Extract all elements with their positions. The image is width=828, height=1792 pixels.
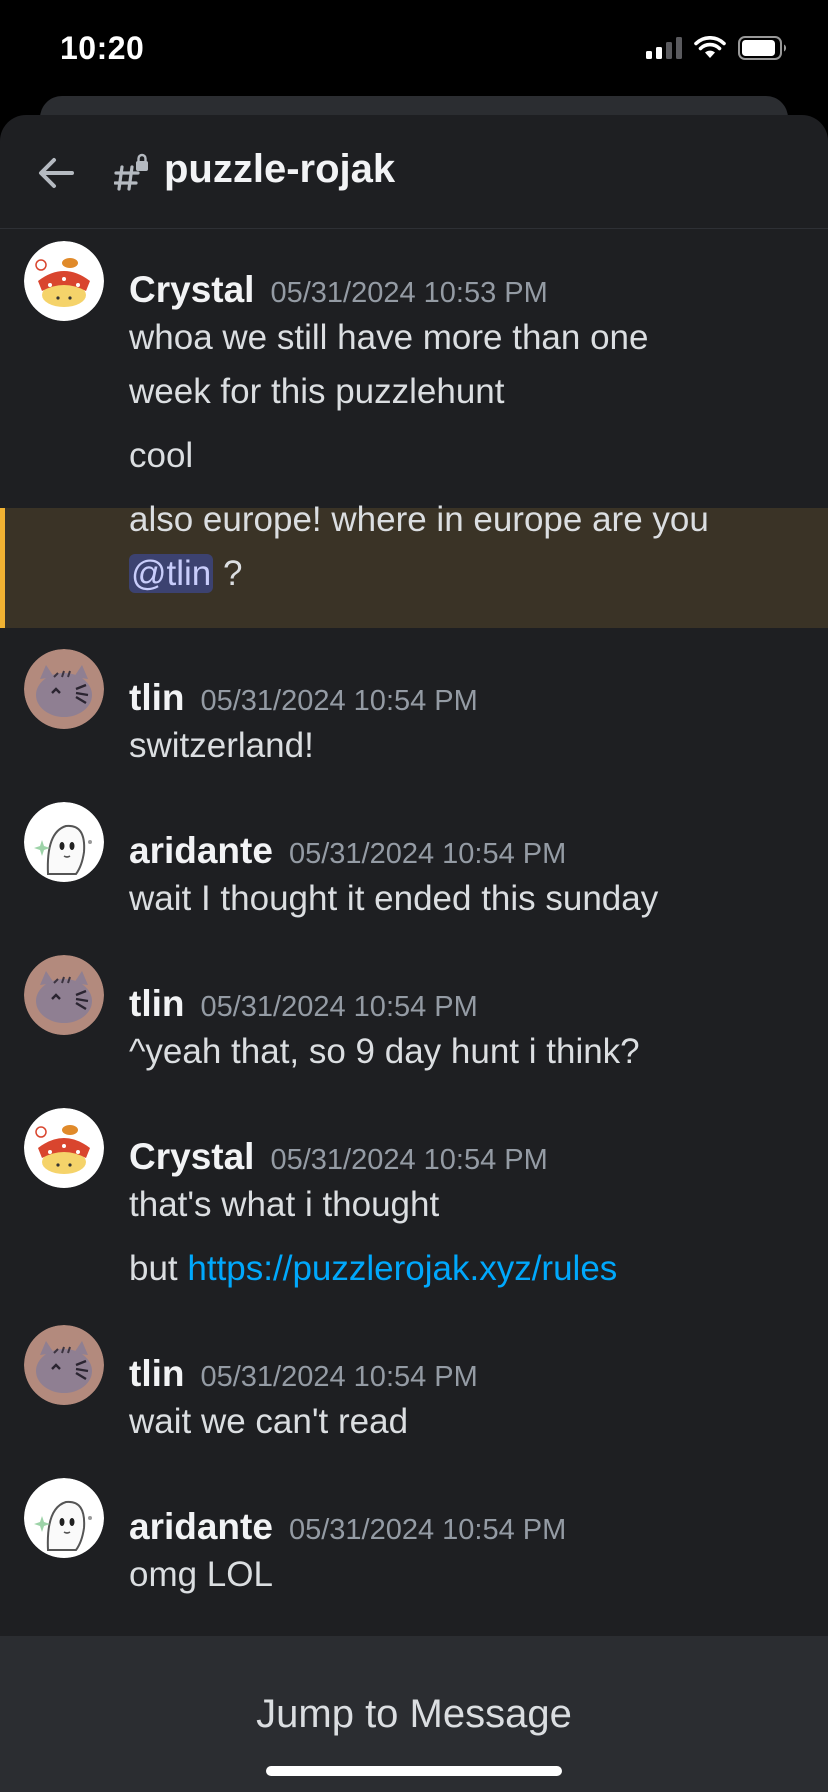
message-author[interactable]: tlin — [129, 1353, 184, 1395]
message-timestamp: 05/31/2024 10:54 PM — [200, 685, 478, 717]
message-timestamp: 05/31/2024 10:53 PM — [270, 277, 548, 309]
aridante-avatar — [24, 1478, 104, 1558]
message-author[interactable]: tlin — [129, 677, 184, 719]
message-author[interactable]: Crystal — [129, 269, 254, 311]
aridante-avatar — [24, 802, 104, 882]
message-timestamp: 05/31/2024 10:54 PM — [270, 1144, 548, 1176]
user-mention[interactable]: @tlin — [129, 554, 214, 593]
message-author[interactable]: aridante — [129, 1506, 273, 1548]
avatar[interactable] — [24, 1108, 104, 1188]
message-text: wait I thought it ended this sunday — [129, 879, 659, 918]
avatar[interactable] — [24, 649, 104, 729]
back-arrow-icon — [39, 158, 74, 188]
message-text: also europe! where in europe are you — [129, 500, 709, 539]
message-text: that's what i thought — [129, 1185, 440, 1224]
channel-header: puzzle-rojak — [0, 115, 828, 229]
status-icons — [646, 36, 788, 60]
message-timestamp: 05/31/2024 10:54 PM — [288, 838, 567, 870]
message-text: ^yeah that, so 9 day hunt i think? — [129, 1032, 640, 1071]
jump-to-message-button[interactable]: Jump to Message — [0, 1692, 828, 1737]
avatar[interactable] — [24, 1478, 104, 1558]
mention-suffix: ? — [213, 554, 243, 593]
home-indicator[interactable] — [266, 1766, 562, 1776]
message-text-with-mention: @tlin ? — [129, 547, 242, 601]
channel-hash-locked-icon — [114, 153, 148, 191]
tlin-avatar — [24, 649, 104, 729]
message-text: wait we can't read — [129, 1402, 409, 1441]
message-text: omg LOL — [129, 1555, 273, 1594]
avatar[interactable] — [24, 955, 104, 1035]
message-text: week for this puzzlehunt — [129, 372, 505, 411]
message-text: switzerland! — [129, 726, 314, 765]
message-author[interactable]: tlin — [129, 983, 184, 1025]
message-timestamp: 05/31/2024 10:54 PM — [200, 1361, 478, 1393]
back-button[interactable] — [34, 151, 78, 195]
status-time: 10:20 — [60, 30, 145, 66]
wifi-icon — [694, 36, 726, 60]
status-bar: 10:20 — [0, 0, 828, 100]
crystal-avatar — [24, 241, 104, 321]
tlin-avatar — [24, 955, 104, 1035]
battery-icon — [738, 36, 788, 60]
avatar[interactable] — [24, 1325, 104, 1405]
message-timestamp: 05/31/2024 10:54 PM — [200, 991, 478, 1023]
message-author[interactable]: Crystal — [129, 1136, 254, 1178]
message-text: cool — [129, 436, 194, 475]
avatar[interactable] — [24, 241, 104, 321]
tlin-avatar — [24, 1325, 104, 1405]
message-timestamp: 05/31/2024 10:54 PM — [288, 1514, 567, 1546]
message-author[interactable]: aridante — [129, 830, 273, 872]
rules-link[interactable]: https://puzzlerojak.xyz/rules — [187, 1249, 617, 1288]
chat-sheet: puzzle-rojak Crystal 05/31/2024 10:53 PM — [0, 115, 828, 1792]
avatar[interactable] — [24, 802, 104, 882]
cellular-signal-icon — [646, 37, 682, 59]
message-text: whoa we still have more than one — [129, 318, 649, 357]
message-text-with-link: but https://puzzlerojak.xyz/rules — [129, 1242, 617, 1296]
link-prefix: but — [129, 1249, 188, 1288]
channel-name: puzzle-rojak — [164, 147, 396, 191]
crystal-avatar — [24, 1108, 104, 1188]
